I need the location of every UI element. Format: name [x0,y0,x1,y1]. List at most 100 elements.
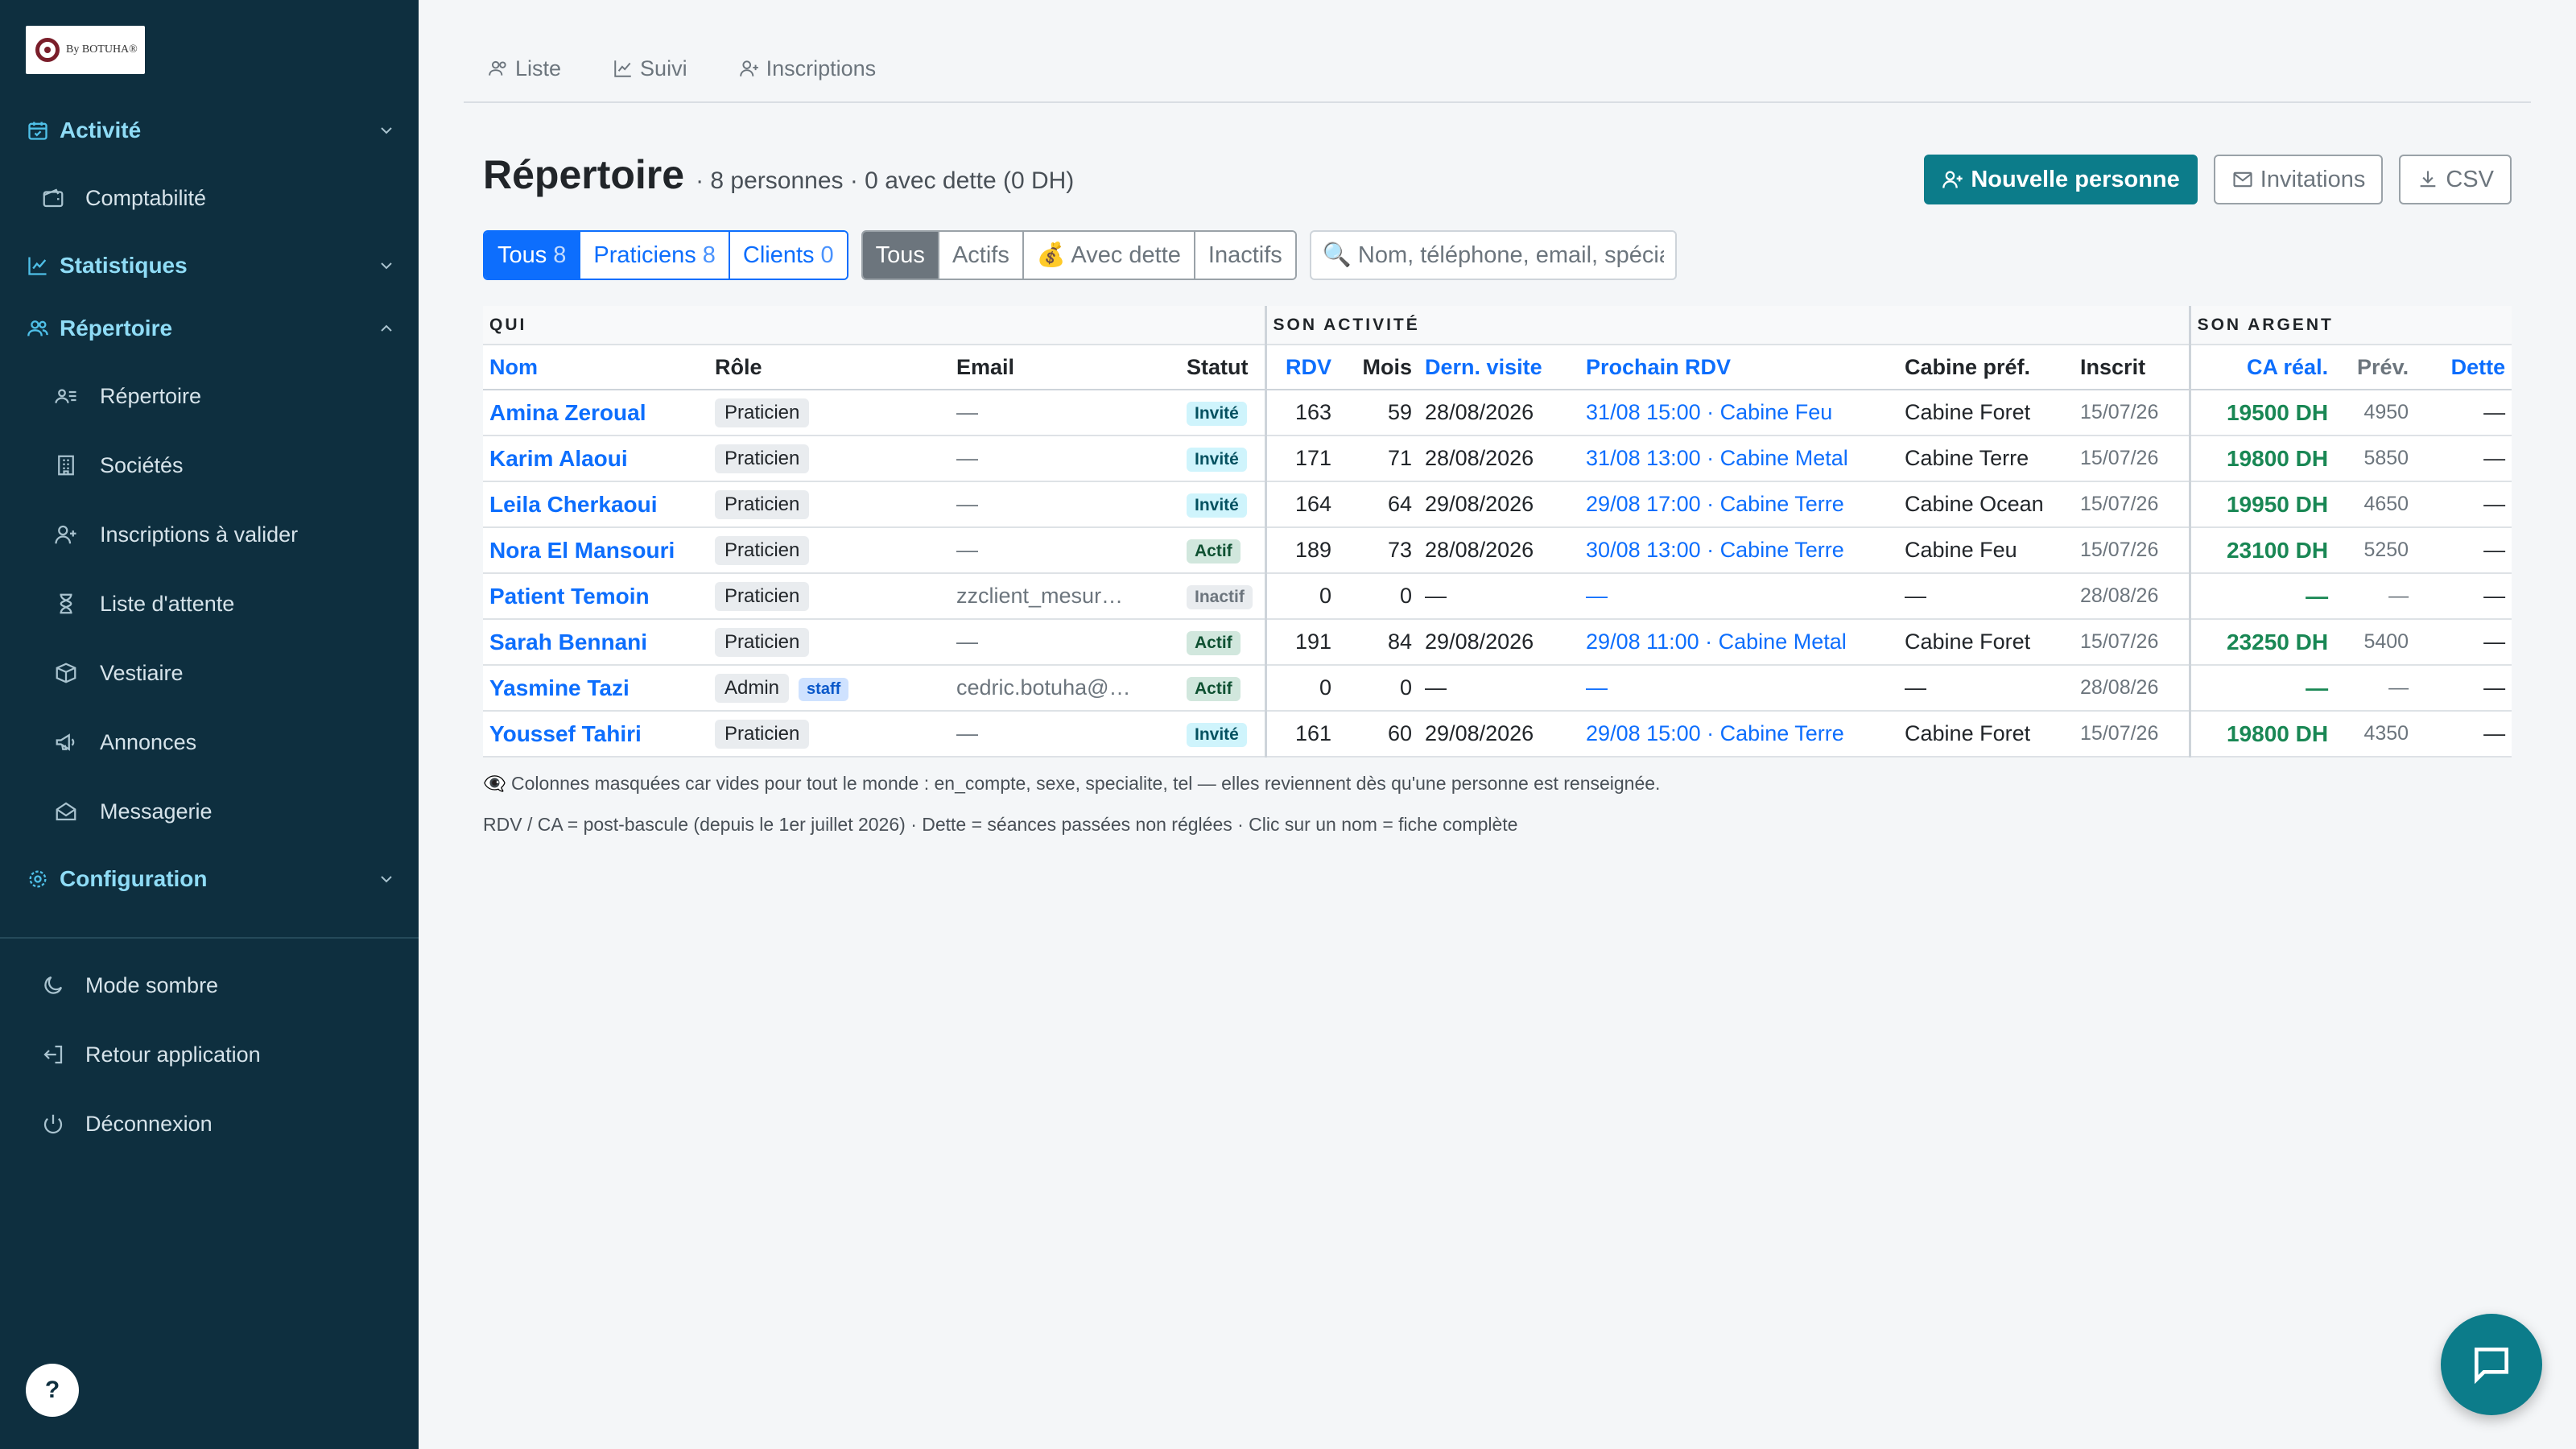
group-activite: SON ACTIVITÉ [1264,306,2190,345]
role-badge: Admin [715,673,790,703]
table-row[interactable]: Nora El Mansouri Praticien — Actif 189 73 28/0… [483,527,2512,574]
col-rdv[interactable]: RDV [1264,345,1339,390]
inscrit-cell: 15/07/26 [2074,527,2190,574]
email-cell: — [950,619,1180,666]
col-ca[interactable]: CA réal. [2188,345,2335,390]
next-rdv-cell[interactable]: 29/08 17:00 · Cabine Terre [1579,481,1899,528]
table-row[interactable]: Patient Temoin Praticien zzclient_mesur… In… [483,573,2512,620]
hourglass-icon [52,589,80,618]
next-rdv-cell[interactable]: — [1579,573,1899,620]
sidebar-section-configuration[interactable]: Configuration [26,860,396,898]
role-cell: Praticien [708,573,950,620]
next-rdv-cell[interactable]: 29/08 11:00 · Cabine Metal [1579,619,1899,666]
mois-cell: 84 [1338,619,1419,666]
view-tabs: Liste Suivi Inscriptions [464,47,2531,103]
person-name-link[interactable]: Amina Zeroual [483,390,708,436]
filter-state-actifs[interactable]: Actifs [939,232,1024,279]
brand-logo[interactable]: By BOTUHA® [26,26,145,74]
next-rdv-cell[interactable]: 30/08 13:00 · Cabine Terre [1579,527,1899,574]
dette-cell: — [2415,436,2512,482]
table-row[interactable]: Leila Cherkaoui Praticien — Invité 164 64 29/0… [483,481,2512,528]
table-row[interactable]: Amina Zeroual Praticien — Invité 163 59 28/08/… [483,390,2512,436]
person-name-link[interactable]: Nora El Mansouri [483,527,708,574]
brand-mark-icon [35,38,60,62]
table-row[interactable]: Sarah Bennani Praticien — Actif 191 84 29/08/2… [483,619,2512,666]
sidebar-section-label: Configuration [60,866,208,891]
tab-liste[interactable]: Liste [488,47,561,90]
button-label: CSV [2446,166,2494,192]
moon-icon [39,971,68,1000]
sidebar-item-messagerie[interactable]: Messagerie [52,792,406,831]
person-name-link[interactable]: Leila Cherkaoui [483,481,708,528]
chat-button[interactable] [2441,1314,2542,1415]
prev-cell: 5250 [2334,527,2416,574]
search-input[interactable] [1357,242,1664,269]
sidebar-item-label: Vestiaire [100,660,184,685]
ca-cell: 19800 DH [2188,711,2335,758]
filter-state-dette[interactable]: 💰 Avec dette [1023,232,1195,279]
sidebar-item-vestiaire[interactable]: Vestiaire [52,654,406,692]
person-name-link[interactable]: Yasmine Tazi [483,665,708,712]
filter-type-praticiens[interactable]: Praticiens 8 [580,232,730,279]
role-badge: Praticien [715,444,810,473]
sidebar-section-activite[interactable]: Activité [26,111,396,150]
ca-cell: — [2188,573,2335,620]
role-cell: Praticien [708,436,950,482]
sidebar-item-deconnexion[interactable]: Déconnexion [39,1104,393,1143]
status-cell: Actif [1180,619,1266,666]
col-prochain-rdv[interactable]: Prochain RDV [1579,345,1899,390]
sidebar-item-repertoire[interactable]: Répertoire [52,377,406,415]
gear-icon [26,867,50,891]
person-name-link[interactable]: Youssef Tahiri [483,711,708,758]
inscrit-cell: 15/07/26 [2074,390,2190,436]
new-person-button[interactable]: Nouvelle personne [1924,155,2198,204]
sidebar-item-comptabilite[interactable]: Comptabilité [39,179,393,217]
email-cell: — [950,481,1180,528]
sidebar-section-statistiques[interactable]: Statistiques [26,246,396,285]
last-visit-cell: 29/08/2026 [1418,481,1580,528]
sidebar-item-inscriptions[interactable]: Inscriptions à valider [52,515,406,554]
sidebar-item-mode-sombre[interactable]: Mode sombre [39,966,393,1005]
tab-suivi[interactable]: Suivi [613,47,687,90]
sidebar-item-retour[interactable]: Retour application [39,1035,393,1074]
person-name-link[interactable]: Patient Temoin [483,573,708,620]
help-button[interactable]: ? [26,1364,79,1417]
table-row[interactable]: Yasmine Tazi Admin staff cedric.botuha@… Act… [483,665,2512,712]
sidebar-section-repertoire[interactable]: Répertoire [26,309,396,348]
status-cell: Actif [1180,665,1266,712]
invitations-button[interactable]: Invitations [2213,155,2384,204]
table-row[interactable]: Youssef Tahiri Praticien — Invité 161 60 29/08… [483,711,2512,758]
filter-type-tous[interactable]: Tous 8 [485,232,581,279]
user-plus-icon [739,60,758,76]
next-rdv-cell[interactable]: — [1579,665,1899,712]
sidebar-item-societes[interactable]: Sociétés [52,446,406,485]
col-statut: Statut [1180,345,1266,390]
sidebar-item-label: Messagerie [100,799,213,824]
csv-export-button[interactable]: CSV [2399,155,2512,204]
cabine-cell: — [1898,573,2074,620]
next-rdv-cell[interactable]: 31/08 13:00 · Cabine Metal [1579,436,1899,482]
power-icon [39,1109,68,1138]
col-dette[interactable]: Dette [2415,345,2512,390]
last-visit-cell: 28/08/2026 [1418,527,1580,574]
sidebar-item-annonces[interactable]: Annonces [52,723,406,762]
dette-cell: — [2415,481,2512,528]
next-rdv-cell[interactable]: 29/08 15:00 · Cabine Terre [1579,711,1899,758]
sidebar-section-label: Répertoire [60,316,173,341]
filter-label: Clients [742,242,815,268]
tab-inscriptions[interactable]: Inscriptions [739,47,876,90]
col-dern-visite[interactable]: Dern. visite [1418,345,1580,390]
person-name-link[interactable]: Sarah Bennani [483,619,708,666]
table-row[interactable]: Karim Alaoui Praticien — Invité 171 71 28/08/2… [483,436,2512,482]
search-icon: 🔍 [1322,242,1352,268]
next-rdv-cell[interactable]: 31/08 15:00 · Cabine Feu [1579,390,1899,436]
sidebar-item-attente[interactable]: Liste d'attente [52,584,406,623]
filter-state-inactifs[interactable]: Inactifs [1195,232,1295,279]
person-name-link[interactable]: Karim Alaoui [483,436,708,482]
col-nom[interactable]: Nom [483,345,708,390]
sidebar-item-label: Déconnexion [85,1111,213,1136]
sidebar-item-label: Annonces [100,729,197,754]
filter-state-tous[interactable]: Tous [862,232,939,279]
filter-type-clients[interactable]: Clients 0 [729,232,847,279]
button-label: Nouvelle personne [1971,166,2180,192]
